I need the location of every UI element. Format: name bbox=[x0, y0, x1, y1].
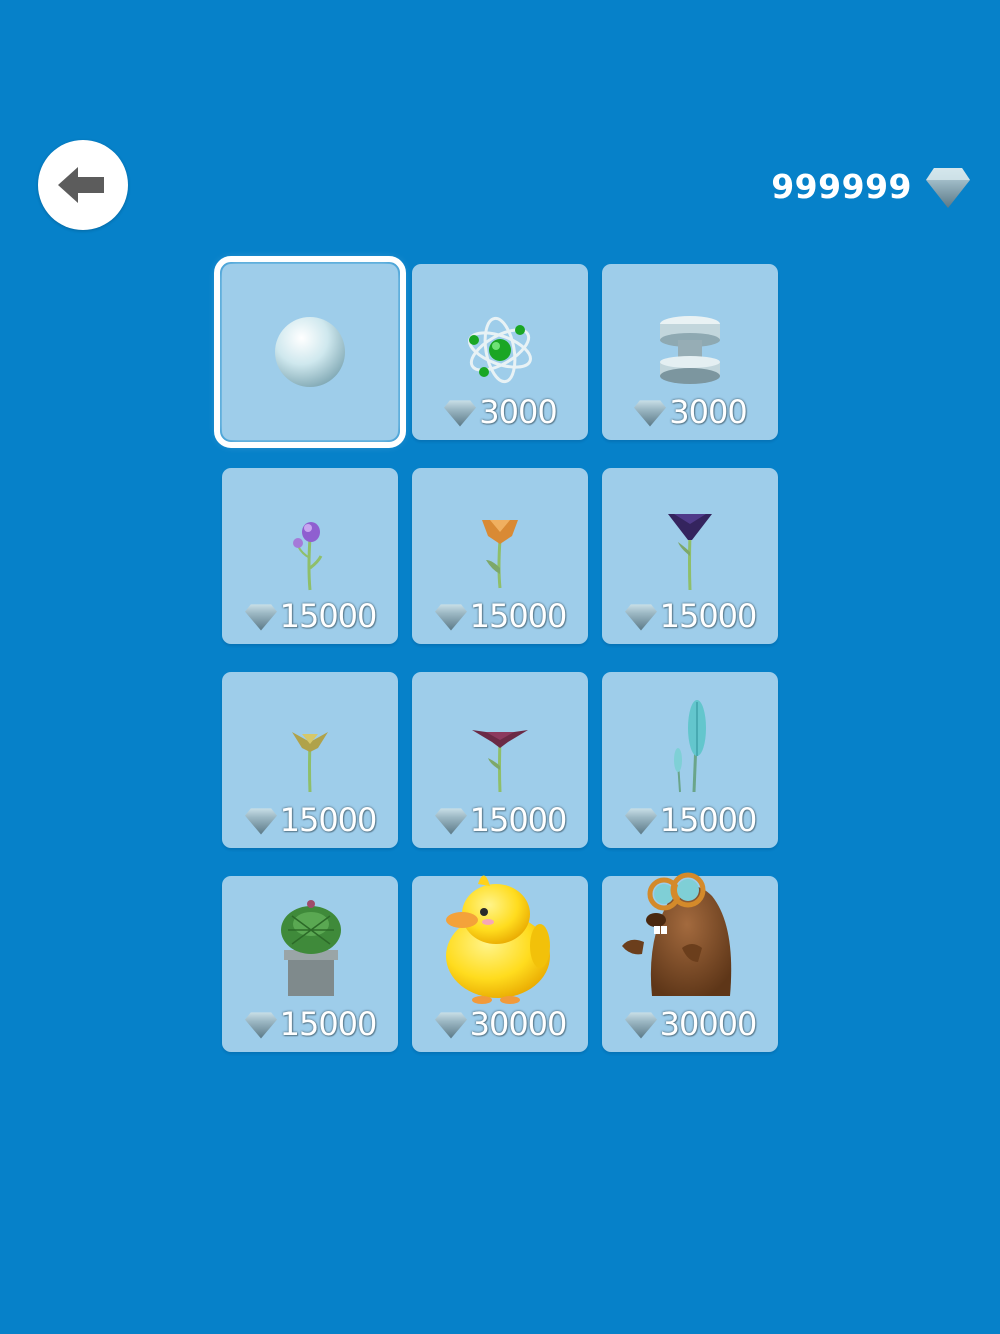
diamond-icon bbox=[926, 168, 970, 208]
diamond-icon bbox=[444, 400, 477, 427]
shop-item-yellow-star-flower[interactable]: 15000 bbox=[222, 672, 398, 848]
price-value: 3000 bbox=[669, 393, 747, 431]
shop-item-orange-flower[interactable]: 15000 bbox=[412, 468, 588, 644]
diamond-icon bbox=[434, 1012, 467, 1039]
price-tag: 15000 bbox=[222, 800, 398, 840]
shop-item-potted-cactus[interactable]: 15000 bbox=[222, 876, 398, 1052]
sphere-icon bbox=[275, 317, 345, 387]
arrow-left-icon bbox=[58, 167, 104, 203]
diamond-icon bbox=[634, 400, 667, 427]
price-tag: 15000 bbox=[602, 800, 778, 840]
currency-display: 999999 bbox=[771, 158, 970, 214]
shop-item-yellow-duck[interactable]: 30000 bbox=[412, 875, 588, 1052]
shop-item-indigo-cone-flower[interactable]: 15000 bbox=[602, 468, 778, 644]
shop-item-teal-feather-plant[interactable]: 15000 bbox=[602, 672, 778, 848]
diamond-icon bbox=[244, 1012, 277, 1039]
price-tag: 15000 bbox=[412, 596, 588, 636]
price-tag: 3000 bbox=[412, 392, 588, 432]
price-value: 15000 bbox=[659, 597, 758, 635]
shop-grid: 3000 3000 15000 15000 15000 15000 15000 … bbox=[214, 256, 778, 1052]
shop-item-mole-with-goggles[interactable]: 30000 bbox=[602, 872, 778, 1052]
diamond-icon bbox=[434, 604, 467, 631]
price-value: 15000 bbox=[659, 801, 758, 839]
diamond-icon bbox=[624, 1012, 657, 1039]
shop-item-atom[interactable]: 3000 bbox=[412, 264, 588, 440]
price-value: 15000 bbox=[279, 1005, 378, 1043]
currency-value: 999999 bbox=[771, 166, 912, 206]
price-value: 15000 bbox=[279, 597, 378, 635]
price-value: 30000 bbox=[469, 1005, 568, 1043]
price-value: 3000 bbox=[479, 393, 557, 431]
price-value: 15000 bbox=[469, 597, 568, 635]
price-tag: 15000 bbox=[222, 1004, 398, 1044]
diamond-icon bbox=[244, 604, 277, 631]
price-tag: 15000 bbox=[222, 596, 398, 636]
price-tag: 30000 bbox=[412, 1004, 588, 1044]
diamond-icon bbox=[624, 604, 657, 631]
diamond-icon bbox=[624, 808, 657, 835]
shop-item-sphere[interactable] bbox=[214, 256, 406, 448]
price-tag: 30000 bbox=[602, 1004, 778, 1044]
shop-item-purple-bud-flower[interactable]: 15000 bbox=[222, 468, 398, 644]
shop-item-spinning-top[interactable]: 3000 bbox=[602, 264, 778, 440]
back-button[interactable] bbox=[38, 140, 128, 230]
price-tag: 3000 bbox=[602, 392, 778, 432]
price-value: 15000 bbox=[279, 801, 378, 839]
shop-item-maroon-flower[interactable]: 15000 bbox=[412, 672, 588, 848]
price-value: 30000 bbox=[659, 1005, 758, 1043]
price-tag: 15000 bbox=[602, 596, 778, 636]
diamond-icon bbox=[434, 808, 467, 835]
price-value: 15000 bbox=[469, 801, 568, 839]
diamond-icon bbox=[244, 808, 277, 835]
price-tag: 15000 bbox=[412, 800, 588, 840]
